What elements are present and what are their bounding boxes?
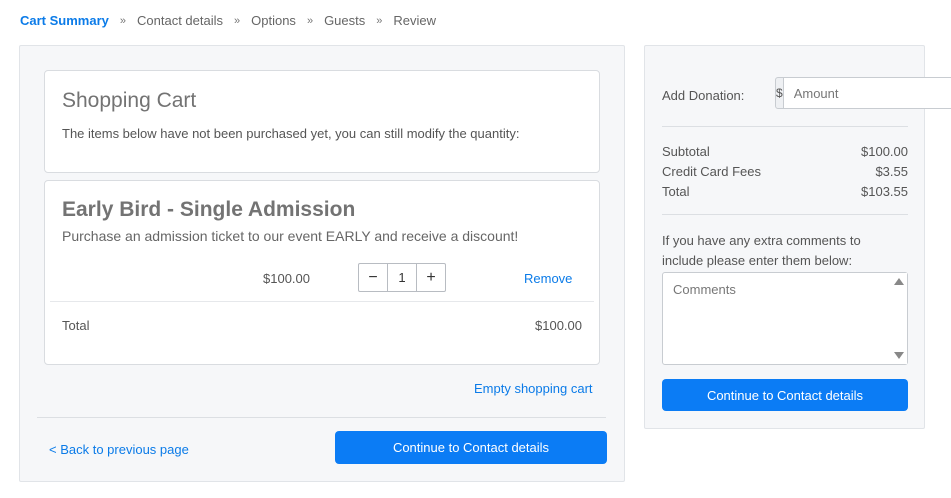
comments-box — [662, 272, 908, 365]
increase-quantity-button[interactable]: + — [417, 264, 445, 291]
breadcrumb-separator: » — [376, 14, 383, 27]
divider — [662, 126, 908, 127]
order-summary-panel: Add Donation: $ Subtotal $100.00 Credit … — [644, 45, 951, 429]
subtotal-value: $100.00 — [861, 144, 908, 159]
subtotal-label: Subtotal — [662, 144, 710, 159]
item-title: Early Bird - Single Admission — [62, 198, 356, 221]
breadcrumb-cart-summary[interactable]: Cart Summary — [20, 13, 109, 28]
fees-value: $3.55 — [875, 164, 908, 179]
fees-row: Credit Card Fees $3.55 — [662, 164, 908, 179]
continue-button[interactable]: Continue to Contact details — [335, 431, 607, 464]
donation-label: Add Donation: — [662, 88, 745, 103]
scroll-down-arrow-icon[interactable] — [894, 352, 904, 359]
breadcrumb: Cart Summary » Contact details » Options… — [20, 13, 436, 28]
fees-label: Credit Card Fees — [662, 164, 761, 179]
item-total-label: Total — [62, 318, 90, 333]
breadcrumb-separator: » — [306, 14, 314, 27]
cart-description: The items below have not been purchased … — [62, 126, 520, 141]
comments-instructions: If you have any extra comments to includ… — [662, 233, 861, 268]
breadcrumb-separator: » — [234, 14, 241, 27]
donation-input-group: $ — [775, 77, 951, 109]
sidebar-continue-button[interactable]: Continue to Contact details — [662, 379, 908, 411]
breadcrumb-options[interactable]: Options — [251, 13, 296, 28]
breadcrumb-contact-details[interactable]: Contact details — [137, 13, 223, 28]
divider — [662, 214, 908, 215]
total-label: Total — [662, 184, 690, 199]
total-row: Total $103.55 — [662, 184, 908, 199]
remove-item-link[interactable]: Remove — [524, 271, 572, 286]
subtotal-row: Subtotal $100.00 — [662, 144, 908, 159]
total-value: $103.55 — [861, 184, 908, 199]
breadcrumb-separator: » — [119, 14, 126, 27]
shopping-cart-card: Shopping Cart The items below have not b… — [44, 70, 600, 173]
decrease-quantity-button[interactable]: − — [359, 264, 387, 291]
cart-title: Shopping Cart — [62, 89, 197, 112]
divider — [37, 417, 606, 418]
comments-textarea[interactable] — [663, 273, 891, 364]
back-link[interactable]: < Back to previous page — [49, 442, 189, 457]
quantity-stepper: − 1 + — [358, 263, 446, 292]
breadcrumb-review[interactable]: Review — [393, 13, 436, 28]
quantity-value[interactable]: 1 — [387, 264, 417, 291]
cart-panel: Shopping Cart The items below have not b… — [19, 45, 625, 482]
breadcrumb-guests[interactable]: Guests — [324, 13, 365, 28]
item-description: Purchase an admission ticket to our even… — [62, 228, 519, 244]
divider — [50, 301, 594, 302]
cart-item-card: Early Bird - Single Admission Purchase a… — [44, 180, 600, 365]
currency-addon: $ — [775, 77, 784, 109]
item-price: $100.00 — [263, 271, 310, 286]
comments-scrollbar[interactable] — [891, 273, 907, 364]
donation-amount-input[interactable] — [783, 77, 951, 109]
empty-cart-link[interactable]: Empty shopping cart — [474, 381, 593, 396]
scroll-up-arrow-icon[interactable] — [894, 278, 904, 285]
item-total-value: $100.00 — [535, 318, 582, 333]
